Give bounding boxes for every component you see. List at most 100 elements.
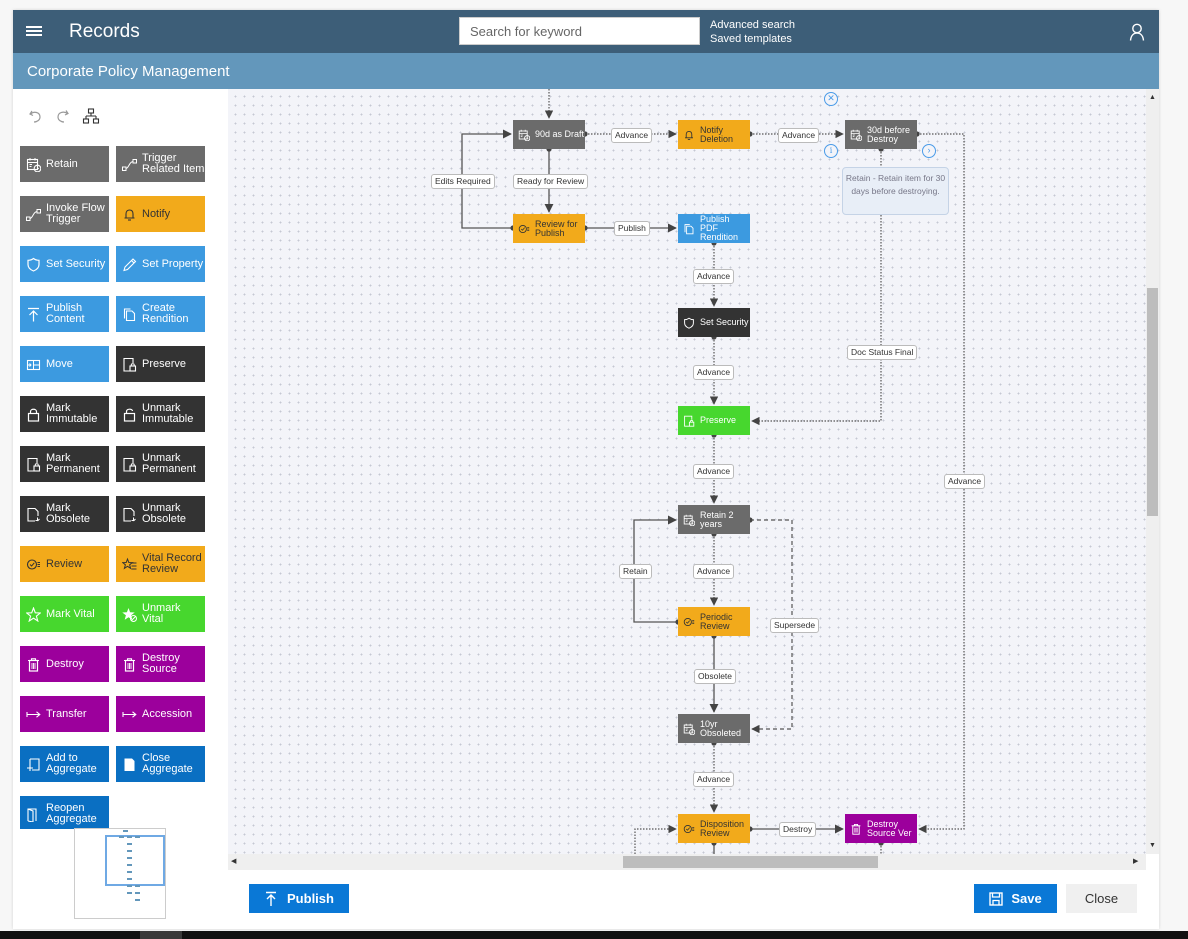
palette-item-publish-content[interactable]: Publish Content (20, 296, 109, 332)
undo-icon[interactable] (27, 107, 45, 125)
edge-label-preserve-retain[interactable]: Advance (693, 464, 735, 479)
publish-button[interactable]: Publish (249, 884, 349, 913)
workflow-node-retain2[interactable]: Retain 2 years (678, 505, 750, 534)
minimap-node (127, 892, 132, 894)
vertical-scroll-thumb[interactable] (1147, 288, 1158, 516)
palette-item-destroy[interactable]: Destroy (20, 646, 109, 682)
palette-item-label: Invoke Flow Trigger (46, 202, 105, 225)
palette-item-unmark-obsolete[interactable]: Unmark Obsolete (116, 496, 205, 532)
workflow-node-draft[interactable]: 90d as Draft (513, 120, 585, 149)
review-check-icon (683, 824, 694, 833)
star-cancel-icon (121, 607, 137, 622)
palette-item-review[interactable]: Review (20, 546, 109, 582)
palette-item-retain[interactable]: Retain (20, 146, 109, 182)
workflow-node-destroy-src[interactable]: Destroy Source Ver (845, 814, 917, 843)
workflow-node-periodic[interactable]: Periodic Review (678, 607, 750, 636)
user-icon[interactable] (1129, 23, 1145, 41)
saved-templates-link[interactable]: Saved templates (710, 32, 795, 46)
palette-item-label: Set Property (142, 257, 204, 270)
edge-label-retain-periodic[interactable]: Advance (693, 564, 735, 579)
palette-item-move[interactable]: Move (20, 346, 109, 382)
palette-item-create-rendition[interactable]: Create Rendition (116, 296, 205, 332)
workflow-node-notify[interactable]: Notify Deletion (678, 120, 750, 149)
edge-incoming-disposition[interactable] (634, 824, 677, 854)
document-lock-icon (122, 357, 136, 372)
edge-label-doc-status-final[interactable]: Doc Status Final (847, 345, 918, 360)
palette-item-notify[interactable]: Notify (116, 196, 205, 232)
app-title: Records (69, 21, 140, 42)
delete-node-icon[interactable]: ✕ (824, 92, 838, 106)
scroll-up-icon[interactable]: ▲ (1149, 94, 1156, 102)
search-input[interactable] (459, 17, 700, 45)
palette-item-transfer[interactable]: Transfer (20, 696, 109, 732)
edge-label-supersede[interactable]: Supersede (770, 618, 820, 633)
redo-icon[interactable] (54, 107, 72, 125)
info-icon[interactable]: i (824, 144, 838, 158)
palette-item-mark-immutable[interactable]: Mark Immutable (20, 396, 109, 432)
workflow-node-disposition[interactable]: Disposition Review (678, 814, 750, 843)
edge-label-destroy[interactable]: Destroy (779, 822, 817, 837)
palette-item-invoke-flow-trigger[interactable]: Invoke Flow Trigger (20, 196, 109, 232)
edge-label-retain-loop[interactable]: Retain (619, 564, 652, 579)
workflow-node-publish-pdf[interactable]: Publish PDF Rendition (678, 214, 750, 243)
workflow-node-preserve[interactable]: Preserve (678, 406, 750, 435)
palette-item-mark-obsolete[interactable]: Mark Obsolete (20, 496, 109, 532)
chevron-right-icon[interactable]: › (922, 144, 936, 158)
horizontal-scrollbar[interactable]: ◀ ▶ (228, 854, 1146, 870)
workflow-node-before-destroy[interactable]: 30d before Destroy (845, 120, 917, 149)
advanced-search-link[interactable]: Advanced search (710, 18, 795, 32)
palette-item-trigger-related-item[interactable]: Trigger Related Item (116, 146, 205, 182)
minimap-node (127, 843, 132, 845)
calendar-clock-icon (26, 157, 41, 172)
minimap-node (135, 892, 140, 894)
palette-item-unmark-vital[interactable]: Unmark Vital (116, 596, 205, 632)
palette-item-mark-permanent[interactable]: Mark Permanent (20, 446, 109, 482)
palette-item-add-to-aggregate[interactable]: Add to Aggregate (20, 746, 109, 782)
scroll-right-icon[interactable]: ▶ (1133, 858, 1138, 866)
palette-item-unmark-permanent[interactable]: Unmark Permanent (116, 446, 205, 482)
scroll-down-icon[interactable]: ▼ (1149, 842, 1156, 850)
auto-layout-icon[interactable] (82, 107, 100, 125)
document-expire-icon (26, 507, 40, 522)
close-button[interactable]: Close (1066, 884, 1137, 913)
edge-label-publish[interactable]: Publish (614, 221, 650, 236)
document-lock-icon (683, 415, 694, 427)
edge-label-edits-required[interactable]: Edits Required (431, 174, 495, 189)
palette-item-destroy-source[interactable]: Destroy Source (116, 646, 205, 682)
workflow-node-set-security[interactable]: Set Security (678, 308, 750, 337)
hamburger-menu-icon[interactable] (26, 24, 42, 38)
minimap[interactable] (74, 828, 166, 919)
minimap-node (127, 864, 132, 866)
palette-item-set-security[interactable]: Set Security (20, 246, 109, 282)
workflow-canvas[interactable]: 90d as Draft Notify Deletion 30d before De… (228, 89, 1146, 854)
edge-label-obsoleted-disposition[interactable]: Advance (693, 772, 735, 787)
palette-item-unmark-immutable[interactable]: Unmark Immutable (116, 396, 205, 432)
edge-label-ready-review[interactable]: Ready for Review (513, 174, 589, 189)
save-button[interactable]: Save (974, 884, 1057, 913)
edge-label-pdf-security[interactable]: Advance (693, 269, 735, 284)
palette-item-reopen-aggregate[interactable]: Reopen Aggregate (20, 796, 109, 829)
node-label: Retain 2 years (700, 509, 734, 529)
minimap-viewport[interactable] (105, 835, 165, 886)
workflow-node-review-publish[interactable]: Review for Publish (513, 214, 585, 243)
edge-label-obsolete[interactable]: Obsolete (694, 669, 737, 684)
taskbar-item[interactable] (140, 931, 182, 939)
edge-label-notify-destroy[interactable]: Advance (778, 128, 820, 143)
palette-item-label: Unmark Immutable (142, 402, 194, 425)
edge-label-right-advance[interactable]: Advance (944, 474, 986, 489)
palette-item-preserve[interactable]: Preserve (116, 346, 205, 382)
palette-item-vital-record-review[interactable]: Vital Record Review (116, 546, 205, 582)
horizontal-scroll-thumb[interactable] (623, 856, 878, 868)
palette-item-mark-vital[interactable]: Mark Vital (20, 596, 109, 632)
scroll-left-icon[interactable]: ◀ (231, 858, 236, 866)
palette-item-label: Set Security (46, 257, 106, 270)
palette-item-close-aggregate[interactable]: Close Aggregate (116, 746, 205, 782)
edge-label-draft-notify[interactable]: Advance (611, 128, 653, 143)
document-filled-icon (124, 758, 134, 771)
palette-item-set-property[interactable]: Set Property (116, 246, 205, 282)
palette-item-accession[interactable]: Accession (116, 696, 205, 732)
palette-item-label: Retain (46, 157, 78, 170)
vertical-scrollbar[interactable]: ▲ ▼ (1146, 89, 1159, 854)
edge-label-security-preserve[interactable]: Advance (693, 365, 735, 380)
workflow-node-obsoleted[interactable]: 10yr Obsoleted (678, 714, 750, 743)
